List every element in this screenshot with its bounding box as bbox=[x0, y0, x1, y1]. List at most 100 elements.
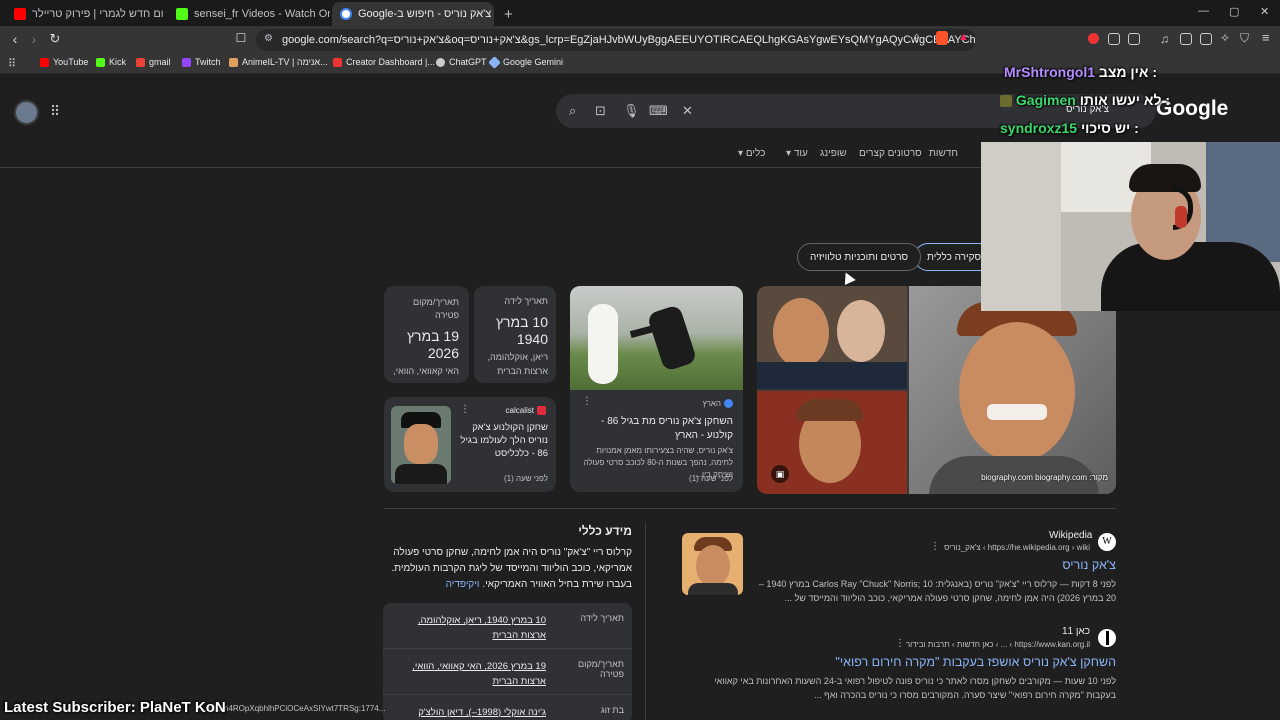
share-icon[interactable]: ⇪ bbox=[912, 32, 921, 45]
chip-movies-tv[interactable]: סרטים ותוכניות טלוויזיה bbox=[797, 243, 922, 271]
forward-icon[interactable]: › bbox=[25, 31, 43, 47]
fact-value[interactable]: 19 במרץ 2026, האי קאוואי, הוואי, ארצות ה… bbox=[396, 659, 546, 689]
avatar[interactable] bbox=[14, 100, 39, 125]
news-photo bbox=[391, 406, 451, 484]
bookmark-animeil[interactable]: AnimeIL-TV | אנימה... bbox=[229, 57, 328, 67]
sidebar-icon[interactable] bbox=[1180, 33, 1192, 45]
new-tab-button[interactable]: + bbox=[496, 2, 516, 26]
more-options-icon[interactable]: ⋮ bbox=[930, 541, 940, 552]
bookmark-label: Twitch bbox=[195, 57, 221, 67]
news-card-haaretz[interactable]: הארץ ⋮ השחקן צ'אק נוריס מת בגיל 86 - קול… bbox=[570, 286, 743, 492]
search-icon[interactable]: ⌕ bbox=[569, 103, 576, 119]
ai-icon[interactable]: ✧ bbox=[1220, 31, 1230, 45]
more-options-icon[interactable]: ⋮ bbox=[895, 638, 905, 649]
tab-google-search[interactable]: צ'אק נוריס - חיפוש ב-Google ✕ bbox=[332, 2, 494, 26]
tab-youtube[interactable]: ספיידרמן יום חדש לגמרי | פירוק טריילר bbox=[6, 2, 164, 26]
fact-row: תאריך/מקום פטירה 19 במרץ 2026, האי קאווא… bbox=[383, 649, 632, 695]
info-title: מידע כללי bbox=[578, 524, 632, 538]
keyboard-icon[interactable]: ⌨ bbox=[649, 103, 668, 119]
bookmark-youtube[interactable]: YouTube bbox=[40, 57, 88, 67]
news-headline: שחקן הקולנוע צ'אק נוריס הלך לעולמו בגיל … bbox=[460, 422, 548, 459]
apps-icon[interactable]: ⠿ bbox=[8, 57, 16, 70]
image-search-icon[interactable]: ▣ bbox=[771, 465, 789, 483]
extension-record-icon[interactable] bbox=[1088, 33, 1099, 44]
bookmark-chatgpt[interactable]: ChatGPT bbox=[436, 57, 487, 67]
extension-icon[interactable] bbox=[1108, 33, 1120, 45]
result-snippet: לפני 10 שעות — מקורבים לשחקן מסרו לאתר כ… bbox=[714, 676, 1116, 700]
rewards-icon[interactable]: ▲ bbox=[958, 31, 969, 43]
card-value: 19 במרץ 2026 bbox=[407, 328, 459, 361]
birth-card[interactable]: תאריך לידה 10 במרץ 1940 ריאן, אוקלהומה, … bbox=[474, 286, 556, 383]
menu-icon[interactable]: ≡ bbox=[1262, 30, 1270, 45]
gallery-image-main[interactable]: מקור: biography.com biography.com bbox=[909, 286, 1116, 494]
kick-icon bbox=[96, 57, 105, 67]
url-text: google.com/search?q=צ'אק+נוריס&oq=צ'אק+נ… bbox=[282, 34, 976, 46]
status-url: ...NbL-n4ROpXqbhlhPCiOCeAxSIYwt7TRSg:177… bbox=[200, 704, 386, 713]
vpn-icon[interactable]: ⛉ bbox=[1240, 31, 1249, 46]
fact-value[interactable]: 10 במרץ 1940, ריאן, אוקלהומה, ארצות הברי… bbox=[396, 613, 546, 643]
fact-row: בת זוג ג'ינה אוקלי (1998–), דיאן הולצ'ק bbox=[383, 695, 632, 720]
google-apps-icon[interactable]: ⠿ bbox=[50, 103, 60, 120]
smile bbox=[987, 404, 1047, 420]
tab-news[interactable]: חדשות bbox=[929, 148, 958, 159]
minimize-button[interactable]: — bbox=[1198, 5, 1209, 17]
bookmark-gmail[interactable]: gmail bbox=[136, 57, 171, 67]
chat-username: Gagimen bbox=[1015, 92, 1076, 108]
result-title[interactable]: צ'אק נוריס bbox=[1000, 558, 1116, 572]
brave-shield-icon[interactable] bbox=[936, 31, 948, 45]
browser-toolbar: ‹ › ↻ ☐ ⚙ google.com/search?q=צ'אק+נוריס… bbox=[0, 26, 1280, 54]
result-url[interactable]: https://www.kan.org.il › ... › כאן חדשות… bbox=[906, 640, 1090, 649]
wallet-icon[interactable] bbox=[1200, 33, 1212, 45]
back-icon[interactable]: ‹ bbox=[6, 31, 24, 47]
microphone-icon[interactable]: 🎙 bbox=[623, 103, 640, 119]
result-site-name[interactable]: כאן 11 bbox=[1040, 626, 1090, 637]
chat-message: syndroxz15 יש סיכוי : bbox=[1000, 120, 1139, 136]
calcalist-icon bbox=[537, 406, 546, 415]
reload-icon[interactable]: ↻ bbox=[46, 31, 64, 47]
maximize-button[interactable]: ▢ bbox=[1229, 5, 1239, 18]
close-tab-icon[interactable]: ✕ bbox=[491, 8, 494, 21]
wikipedia-link[interactable]: ויקיפדיה bbox=[446, 579, 480, 590]
tab-tools[interactable]: ▾ כלים bbox=[738, 148, 765, 159]
wikipedia-icon: W bbox=[1098, 533, 1116, 551]
lens-icon[interactable]: ⊡ bbox=[595, 103, 606, 119]
gallery-image[interactable] bbox=[757, 286, 907, 389]
shirt bbox=[395, 464, 447, 484]
bookmark-gemini[interactable]: Google Gemini bbox=[488, 55, 564, 69]
tab-shopping[interactable]: שופינג bbox=[820, 148, 847, 159]
news-card-calcalist[interactable]: calcalist ⋮ שחקן הקולנוע צ'אק נוריס הלך … bbox=[384, 397, 556, 492]
youtube-icon bbox=[40, 57, 49, 67]
site-info-icon[interactable]: ⚙ bbox=[264, 33, 273, 44]
person-figure bbox=[588, 304, 618, 384]
result-site-name[interactable]: Wikipedia bbox=[1049, 530, 1092, 541]
haaretz-icon bbox=[724, 399, 733, 408]
clear-icon[interactable]: ✕ bbox=[682, 103, 693, 119]
tab-kick[interactable]: sensei_fr Videos - Watch On-Demand bbox=[168, 2, 330, 26]
result-title[interactable]: השחקן צ'אק נוריס אושפז בעקבות "מקרה חירו… bbox=[810, 655, 1116, 669]
death-card[interactable]: תאריך/מקום פטירה 19 במרץ 2026 האי קאוואי… bbox=[384, 286, 469, 383]
close-window-button[interactable]: ✕ bbox=[1260, 5, 1269, 18]
music-icon[interactable]: ♫ bbox=[1160, 32, 1169, 46]
bookmark-kick[interactable]: Kick bbox=[96, 57, 126, 67]
bookmark-icon[interactable]: ☐ bbox=[232, 31, 250, 45]
app-root: ספיידרמן יום חדש לגמרי | פירוק טריילר se… bbox=[0, 0, 1280, 720]
fact-value[interactable]: ג'ינה אוקלי (1998–), דיאן הולצ'ק bbox=[396, 705, 546, 720]
bookmark-label: Google Gemini bbox=[503, 57, 564, 67]
result-url[interactable]: https://he.wikipedia.org › wiki › צ'אק_נ… bbox=[944, 543, 1090, 552]
extension-icon[interactable] bbox=[1128, 33, 1140, 45]
more-options-icon[interactable]: ⋮ bbox=[460, 404, 470, 415]
result-thumbnail[interactable] bbox=[682, 533, 743, 595]
card-place: האי קאוואי, הוואי, bbox=[393, 366, 459, 376]
tab-strip: ספיידרמן יום חדש לגמרי | פירוק טריילר se… bbox=[0, 0, 1280, 26]
bookmark-twitch[interactable]: Twitch bbox=[182, 57, 221, 67]
bookmark-label: ChatGPT bbox=[449, 57, 487, 67]
column-divider bbox=[645, 523, 646, 720]
gallery-image[interactable]: ▣ bbox=[757, 391, 907, 494]
image-source[interactable]: מקור: biography.com biography.com bbox=[981, 473, 1108, 482]
bookmark-creator-dashboard[interactable]: Creator Dashboard |... bbox=[333, 57, 435, 67]
image-gallery[interactable]: ▣ מקור: biography.com biography.com bbox=[757, 286, 1116, 494]
tab-short-videos[interactable]: סרטונים קצרים bbox=[859, 148, 922, 159]
more-options-icon[interactable]: ⋮ bbox=[582, 396, 592, 407]
address-bar[interactable]: ⚙ google.com/search?q=צ'אק+נוריס&oq=צ'אק… bbox=[256, 29, 976, 51]
tab-more[interactable]: ▾ עוד bbox=[786, 148, 808, 159]
